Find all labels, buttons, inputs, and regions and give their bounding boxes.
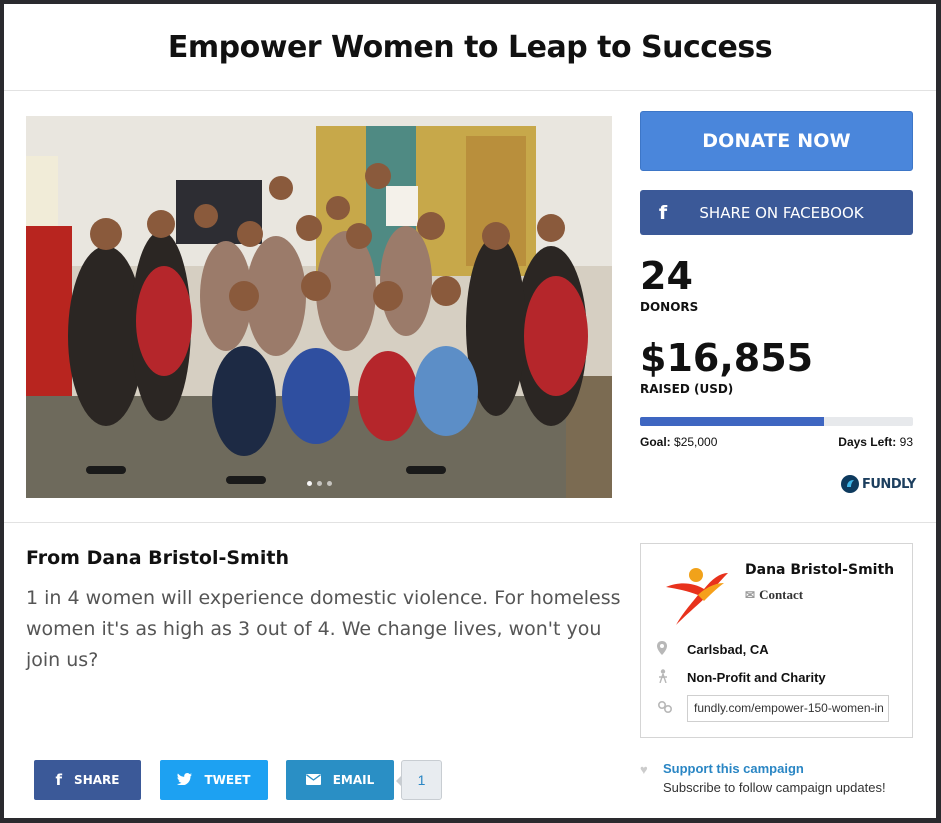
organizer-location: Carlsbad, CA	[687, 642, 769, 657]
days-left-info: Days Left: 93	[838, 435, 913, 449]
group-photo-image	[26, 116, 612, 498]
heart-icon: ♥	[640, 762, 648, 777]
contact-organizer-link[interactable]: ✉ Contact	[745, 587, 803, 603]
support-campaign-link[interactable]: Support this campaign	[663, 761, 804, 776]
facebook-icon: f	[55, 771, 63, 789]
share-on-facebook-button[interactable]: f SHARE ON FACEBOOK	[640, 190, 913, 235]
share-count-badge: 1	[396, 760, 442, 800]
organizer-location-row: Carlsbad, CA	[657, 641, 769, 658]
facebook-icon: f	[658, 201, 668, 224]
support-subtext: Subscribe to follow campaign updates!	[663, 780, 886, 795]
carousel-dot[interactable]	[306, 481, 312, 486]
map-pin-icon	[657, 641, 677, 658]
story-text: 1 in 4 women will experience domestic vi…	[26, 587, 621, 671]
organizer-card: Dana Bristol-Smith ✉ Contact Carlsbad, C…	[640, 543, 913, 738]
goal-value: $25,000	[674, 435, 718, 449]
twitter-bird-icon	[177, 771, 193, 789]
donate-now-button[interactable]: DONATE NOW	[640, 111, 913, 171]
days-left-label: Days Left:	[838, 435, 897, 449]
carousel-dot[interactable]	[316, 481, 322, 486]
carousel-dot[interactable]	[326, 481, 332, 486]
tweet-button[interactable]: TWEET	[160, 760, 268, 800]
organizer-avatar	[658, 557, 730, 629]
days-left-value: 93	[899, 435, 913, 449]
envelope-icon: ✉	[745, 587, 756, 602]
funding-progress-fill	[640, 417, 824, 426]
section-divider	[4, 522, 936, 523]
share-label: SHARE	[74, 773, 120, 787]
goal-label: Goal:	[640, 435, 671, 449]
campaign-title: Empower Women to Leap to Success	[167, 29, 773, 65]
tweet-label: TWEET	[204, 773, 251, 787]
fundly-logo[interactable]: FUNDLY	[841, 475, 916, 493]
campaign-url-row: fundly.com/empower-150-women-in	[657, 695, 889, 722]
campaign-photo[interactable]	[26, 116, 612, 498]
contact-label: Contact	[759, 587, 804, 602]
campaign-url-field[interactable]: fundly.com/empower-150-women-in	[687, 695, 889, 722]
email-label: EMAIL	[332, 773, 375, 787]
link-icon	[657, 700, 677, 716]
campaign-page: Empower Women to Leap to Success DONATE …	[4, 4, 936, 818]
photo-carousel-dots	[26, 481, 612, 486]
organizer-name[interactable]: Dana Bristol-Smith	[745, 562, 894, 578]
donors-label: DONORS	[640, 300, 699, 314]
organizer-category: Non-Profit and Charity	[687, 670, 826, 685]
goal-info: Goal: $25,000	[640, 435, 717, 449]
email-button[interactable]: EMAIL	[286, 760, 394, 800]
raised-label: RAISED (USD)	[640, 382, 734, 396]
header-divider	[4, 90, 936, 91]
fundly-logo-icon	[841, 475, 859, 493]
share-on-facebook-label: SHARE ON FACEBOOK	[699, 203, 864, 222]
share-button[interactable]: f SHARE	[34, 760, 141, 800]
person-icon	[657, 669, 677, 686]
organizer-category-row: Non-Profit and Charity	[657, 669, 826, 686]
fundly-logo-text: FUNDLY	[862, 476, 916, 492]
story-heading: From Dana Bristol-Smith	[26, 547, 289, 569]
raised-amount: $16,855	[640, 336, 814, 380]
funding-progress-bar	[640, 417, 913, 426]
donors-count: 24	[640, 254, 693, 298]
envelope-icon	[305, 771, 321, 789]
